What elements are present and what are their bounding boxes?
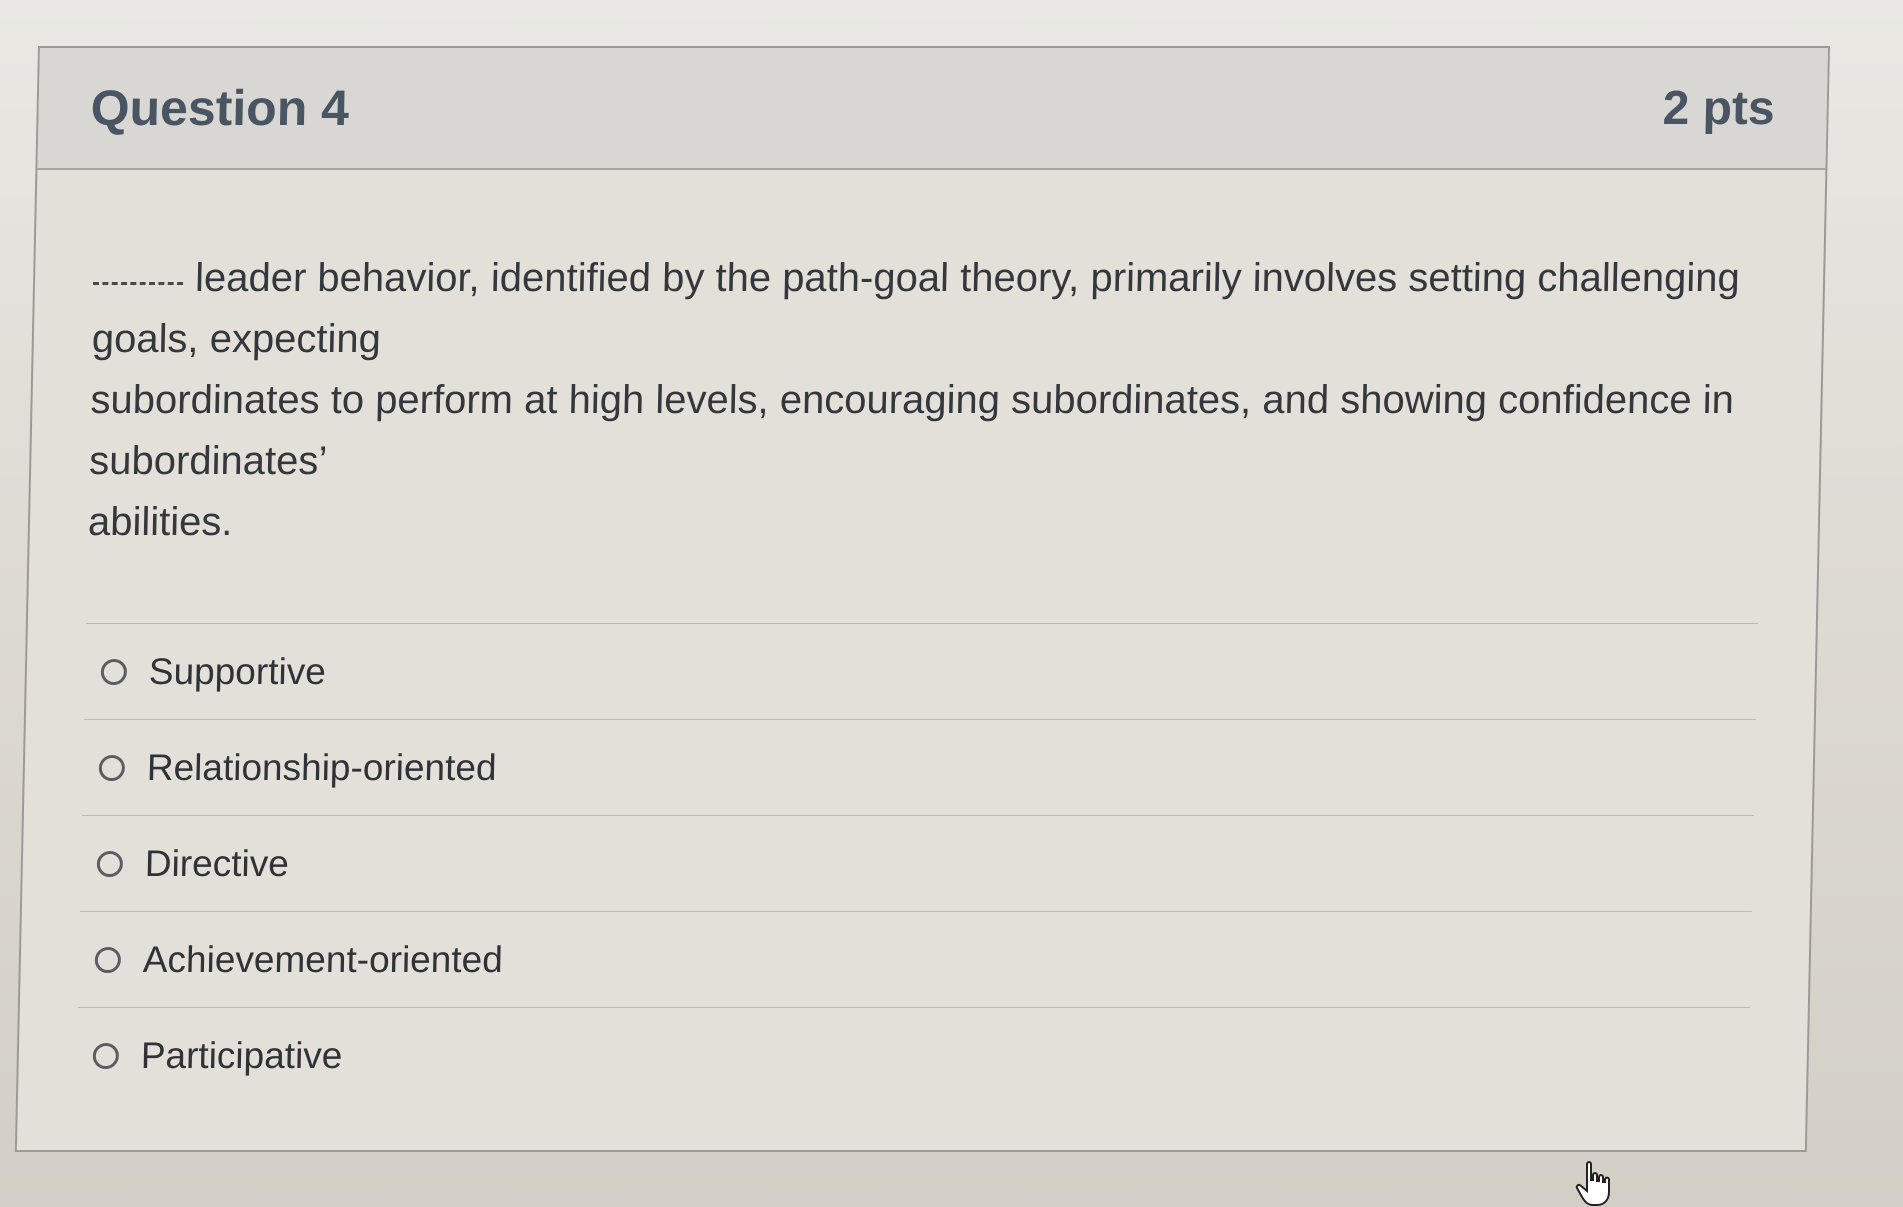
question-text-line-5: abilities.: [87, 500, 234, 544]
answer-label: Directive: [144, 842, 290, 884]
question-text-line-1-text: leader behavior, identified by the path-…: [194, 256, 1741, 300]
radio-button[interactable]: [96, 850, 124, 877]
question-title: Question 4: [90, 80, 350, 136]
answer-option[interactable]: Directive: [79, 816, 1754, 912]
radio-button[interactable]: [98, 754, 126, 781]
radio-button[interactable]: [94, 946, 122, 973]
answer-label: Achievement-oriented: [142, 938, 504, 980]
question-header: Question 4 2 pts: [37, 48, 1828, 170]
question-card: Question 4 2 pts leader behavior, identi…: [14, 46, 1830, 1152]
hand-pointer-icon: [1575, 1161, 1610, 1206]
answer-label: Participative: [140, 1035, 343, 1076]
answer-label: Relationship-oriented: [146, 746, 497, 788]
radio-button[interactable]: [100, 658, 128, 685]
answer-list: Supportive Relationship-oriented Directi…: [75, 623, 1758, 1104]
question-text-line-4: subordinates’: [88, 439, 328, 483]
answer-option[interactable]: Participative: [76, 1008, 1750, 1104]
question-body: leader behavior, identified by the path-…: [18, 170, 1826, 1104]
question-text-line-2: goals, expecting: [91, 317, 382, 361]
answer-option[interactable]: Supportive: [83, 624, 1758, 720]
answer-option[interactable]: Achievement-oriented: [77, 912, 1752, 1008]
radio-button[interactable]: [92, 1043, 120, 1069]
question-text-line-3: subordinates to perform at high levels, …: [90, 378, 1735, 422]
fill-in-blank: [92, 281, 184, 285]
question-text-line-1: leader behavior, identified by the path-…: [92, 248, 1765, 309]
answer-option[interactable]: Relationship-oriented: [81, 720, 1756, 816]
answer-label: Supportive: [148, 650, 327, 692]
question-text: leader behavior, identified by the path-…: [87, 248, 1765, 553]
question-points: 2 pts: [1662, 81, 1776, 135]
